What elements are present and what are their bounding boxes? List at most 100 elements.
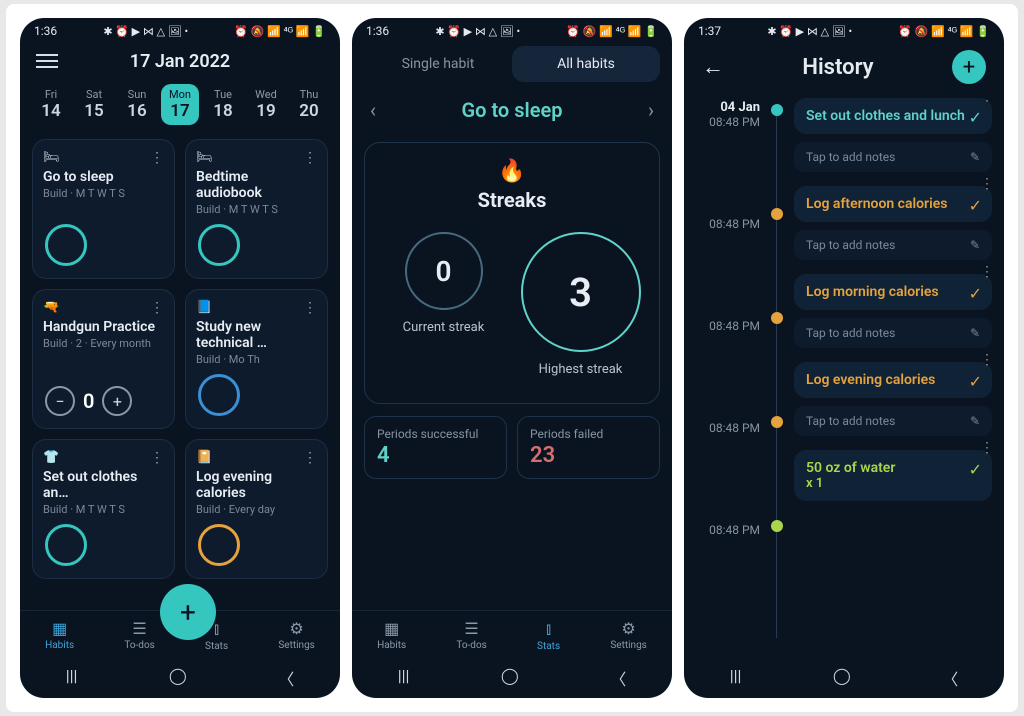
habit-card[interactable]: ⋮ 👕 Set out clothes an… Build · M T W T … bbox=[32, 439, 175, 579]
recents-button[interactable]: ||| bbox=[66, 666, 78, 690]
back-button[interactable]: 〈 bbox=[278, 666, 294, 690]
more-icon[interactable]: ⋮ bbox=[980, 440, 992, 456]
more-icon[interactable]: ⋮ bbox=[980, 176, 992, 192]
plus-button[interactable]: + bbox=[102, 386, 132, 416]
status-time: 1:36 bbox=[366, 24, 389, 38]
more-icon[interactable]: ⋮ bbox=[980, 264, 992, 280]
history-item[interactable]: ⋮ 50 oz of water x 1 ✓ bbox=[794, 450, 992, 501]
timeline-dot bbox=[771, 104, 783, 116]
tab-all-habits[interactable]: All habits bbox=[512, 46, 660, 82]
nav-settings[interactable]: ⚙Settings bbox=[278, 619, 315, 652]
more-icon[interactable]: ⋮ bbox=[303, 150, 317, 166]
status-bar: 1:36 ✱ ⏰ ▶ ⋈ △ 🖼 • ⏰ 🔕 📶 ⁴ᴳ 📶 🔋 bbox=[20, 18, 340, 40]
habit-card[interactable]: ⋮ 📘 Study new technical … Build · Mo Th bbox=[185, 289, 328, 429]
home-button[interactable]: ◯ bbox=[833, 666, 851, 690]
more-icon[interactable]: ⋮ bbox=[150, 300, 164, 316]
day-14[interactable]: Fri14 bbox=[32, 84, 70, 125]
day-17[interactable]: Mon17 bbox=[161, 84, 199, 125]
menu-icon[interactable] bbox=[36, 50, 58, 72]
current-streak-label: Current streak bbox=[375, 320, 512, 335]
streaks-title: Streaks bbox=[375, 188, 649, 212]
check-icon: ✓ bbox=[969, 284, 982, 303]
back-button[interactable]: 〈 bbox=[942, 666, 958, 690]
more-icon[interactable]: ⋮ bbox=[150, 150, 164, 166]
stat-success: Periods successful 4 bbox=[364, 416, 507, 479]
more-icon[interactable]: ⋮ bbox=[150, 450, 164, 466]
habit-card[interactable]: ⋮ 🛏 Go to sleep Build · M T W T S bbox=[32, 139, 175, 279]
notes-input[interactable]: Tap to add notes✎ bbox=[794, 318, 992, 348]
page-title: 17 Jan 2022 bbox=[58, 51, 302, 72]
home-button[interactable]: ◯ bbox=[501, 666, 519, 690]
habit-card[interactable]: ⋮ 📔 Log evening calories Build · Every d… bbox=[185, 439, 328, 579]
more-icon[interactable]: ⋮ bbox=[980, 352, 992, 368]
history-item[interactable]: ⋮ Log morning calories ✓ bbox=[794, 274, 992, 310]
timeline-dot bbox=[771, 520, 783, 532]
history-item[interactable]: ⋮ Log afternoon calories ✓ bbox=[794, 186, 992, 222]
tab-single-habit[interactable]: Single habit bbox=[364, 46, 512, 82]
status-bar: 1:36 ✱ ⏰ ▶ ⋈ △ 🖼 • ⏰ 🔕 📶 ⁴ᴳ 📶 🔋 bbox=[352, 18, 672, 40]
system-nav: ||| ◯ 〈 bbox=[352, 656, 672, 698]
day-20[interactable]: Thu20 bbox=[290, 84, 328, 125]
page-title: History bbox=[724, 55, 952, 80]
recents-button[interactable]: ||| bbox=[730, 666, 742, 690]
day-19[interactable]: Wed19 bbox=[247, 84, 285, 125]
minus-button[interactable]: − bbox=[45, 386, 75, 416]
more-icon[interactable]: ⋮ bbox=[303, 450, 317, 466]
status-icons-left: ✱ ⏰ ▶ ⋈ △ 🖼 • bbox=[435, 25, 520, 38]
nav-to-dos[interactable]: ☰To-dos bbox=[456, 619, 486, 652]
status-icons-right: ⏰ 🔕 📶 ⁴ᴳ 📶 🔋 bbox=[898, 25, 990, 38]
back-icon[interactable]: ← bbox=[702, 54, 724, 80]
status-bar: 1:37 ✱ ⏰ ▶ ⋈ △ 🖼 • ⏰ 🔕 📶 ⁴ᴳ 📶 🔋 bbox=[684, 18, 1004, 40]
timeline-dot bbox=[771, 416, 783, 428]
phone-habits: 1:36 ✱ ⏰ ▶ ⋈ △ 🖼 • ⏰ 🔕 📶 ⁴ᴳ 📶 🔋 17 Jan 2… bbox=[20, 18, 340, 698]
history-item[interactable]: ⋮ Log evening calories ✓ bbox=[794, 362, 992, 398]
check-icon: ✓ bbox=[969, 108, 982, 127]
back-button[interactable]: 〈 bbox=[610, 666, 626, 690]
chevron-left-icon[interactable]: ‹ bbox=[364, 92, 382, 128]
notes-input[interactable]: Tap to add notes✎ bbox=[794, 406, 992, 436]
nav-to-dos[interactable]: ☰To-dos bbox=[124, 619, 154, 652]
nav-habits[interactable]: ▦Habits bbox=[377, 619, 406, 652]
more-icon[interactable]: ⋮ bbox=[303, 300, 317, 316]
notes-input[interactable]: Tap to add notes✎ bbox=[794, 230, 992, 260]
highest-streak-circle: 3 bbox=[521, 232, 641, 352]
check-icon: ✓ bbox=[969, 460, 982, 479]
edit-icon: ✎ bbox=[970, 150, 980, 164]
stat-failed: Periods failed 23 bbox=[517, 416, 660, 479]
highest-streak-label: Highest streak bbox=[512, 362, 649, 377]
more-icon[interactable]: ⋮ bbox=[980, 98, 992, 104]
nav-stats[interactable]: ⫾Stats bbox=[537, 619, 560, 652]
notes-input[interactable]: Tap to add notes✎ bbox=[794, 142, 992, 172]
progress-ring[interactable] bbox=[198, 374, 240, 416]
system-nav: ||| ◯ 〈 bbox=[684, 656, 1004, 698]
chevron-right-icon[interactable]: › bbox=[642, 92, 660, 128]
add-entry-button[interactable]: + bbox=[952, 50, 986, 84]
day-15[interactable]: Sat15 bbox=[75, 84, 113, 125]
progress-ring[interactable] bbox=[45, 224, 87, 266]
edit-icon: ✎ bbox=[970, 238, 980, 252]
timeline-dot bbox=[771, 312, 783, 324]
nav-habits[interactable]: ▦Habits bbox=[45, 619, 74, 652]
flame-icon: 🔥 bbox=[375, 159, 649, 184]
habit-card[interactable]: ⋮ 🛏 Bedtime audiobook Build · M T W T S bbox=[185, 139, 328, 279]
system-nav: ||| ◯ 〈 bbox=[20, 656, 340, 698]
progress-ring[interactable] bbox=[45, 524, 87, 566]
counter-stepper[interactable]: − 0 + bbox=[45, 386, 132, 416]
status-time: 1:37 bbox=[698, 24, 721, 38]
nav-settings[interactable]: ⚙Settings bbox=[610, 619, 647, 652]
habit-card[interactable]: ⋮ 🔫 Handgun Practice Build · 2 · Every m… bbox=[32, 289, 175, 429]
status-icons-left: ✱ ⏰ ▶ ⋈ △ 🖼 • bbox=[767, 25, 852, 38]
streaks-card: 🔥 Streaks 0 Current streak 3 Highest str… bbox=[364, 142, 660, 404]
phone-stats: 1:36 ✱ ⏰ ▶ ⋈ △ 🖼 • ⏰ 🔕 📶 ⁴ᴳ 📶 🔋 Single h… bbox=[352, 18, 672, 698]
home-button[interactable]: ◯ bbox=[169, 666, 187, 690]
history-item[interactable]: ⋮ Set out clothes and lunch ✓ bbox=[794, 98, 992, 134]
add-habit-fab[interactable]: + bbox=[160, 584, 216, 640]
progress-ring[interactable] bbox=[198, 224, 240, 266]
status-icons-right: ⏰ 🔕 📶 ⁴ᴳ 📶 🔋 bbox=[234, 25, 326, 38]
recents-button[interactable]: ||| bbox=[398, 666, 410, 690]
day-16[interactable]: Sun16 bbox=[118, 84, 156, 125]
day-18[interactable]: Tue18 bbox=[204, 84, 242, 125]
current-streak-circle: 0 bbox=[405, 232, 483, 310]
progress-ring[interactable] bbox=[198, 524, 240, 566]
status-icons-right: ⏰ 🔕 📶 ⁴ᴳ 📶 🔋 bbox=[566, 25, 658, 38]
